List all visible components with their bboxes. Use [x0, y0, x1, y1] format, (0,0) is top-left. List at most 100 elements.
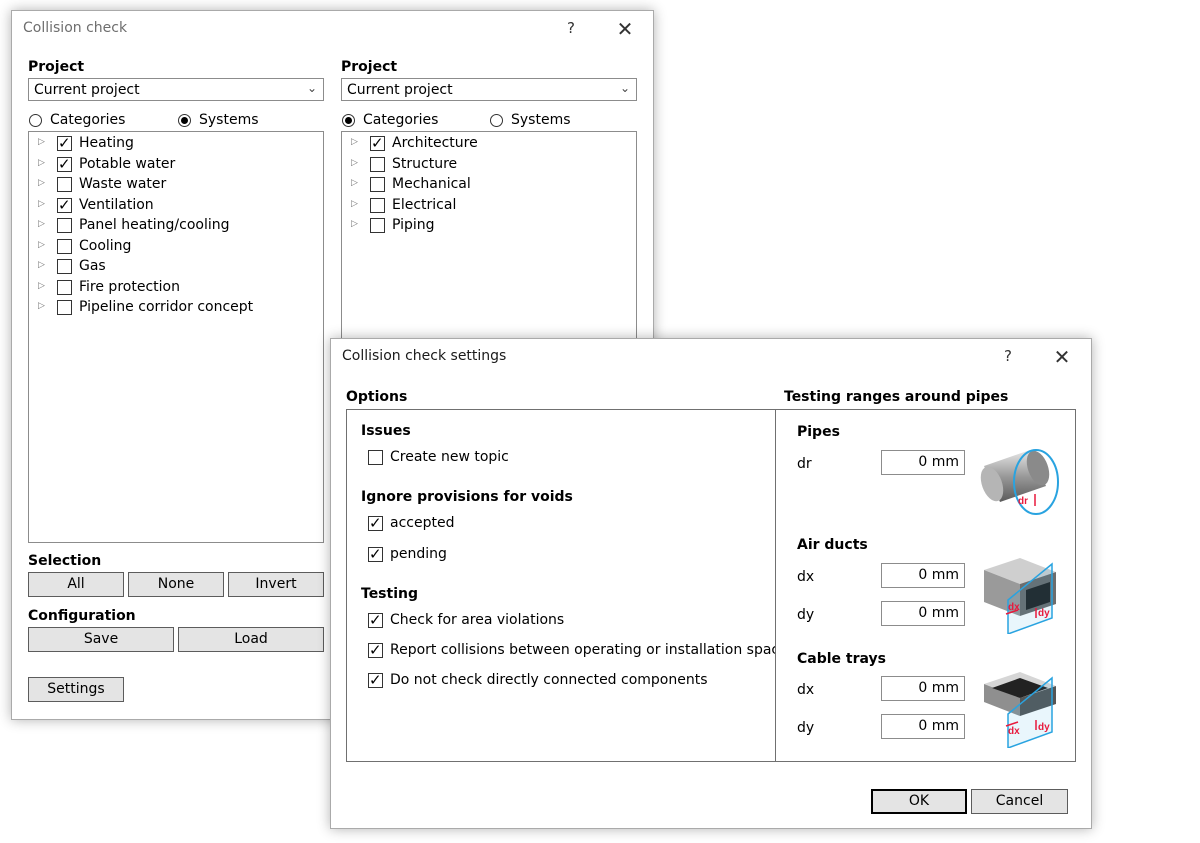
help-button[interactable]: ? — [559, 19, 583, 37]
air-ducts-heading: Air ducts — [797, 537, 868, 553]
tree-item-checkbox[interactable] — [57, 300, 72, 315]
expand-arrow-icon[interactable]: ▷ — [38, 158, 45, 168]
tree-item[interactable]: ▷ Heating — [29, 134, 323, 154]
tree-item[interactable]: ▷ Waste water — [29, 175, 323, 195]
expand-arrow-icon[interactable]: ▷ — [38, 281, 45, 291]
left-radio-categories[interactable] — [29, 114, 42, 127]
left-tree-list[interactable]: ▷ Heating ▷ Potable water ▷ Waste water ▷ Venti… — [28, 131, 324, 543]
tree-item[interactable]: ▷ Potable water — [29, 155, 323, 175]
tree-item-checkbox[interactable] — [370, 197, 385, 213]
area-violations-checkbox[interactable] — [368, 611, 383, 629]
expand-arrow-icon[interactable]: ▷ — [351, 219, 358, 229]
accepted-checkbox[interactable] — [368, 514, 383, 532]
tree-item-checkbox[interactable] — [57, 196, 72, 214]
expand-arrow-icon[interactable]: ▷ — [351, 137, 358, 147]
tree-item[interactable]: ▷ Gas — [29, 257, 323, 277]
cable-trays-dy-input[interactable]: 0 mm — [881, 714, 965, 739]
air-ducts-dy-input[interactable]: 0 mm — [881, 601, 965, 626]
ok-button[interactable]: OK — [871, 789, 967, 814]
tree-item-label: Heating — [79, 135, 134, 151]
left-project-select[interactable]: Current project ⌄ — [28, 78, 324, 101]
right-project-label: Project — [341, 59, 398, 75]
configuration-label: Configuration — [28, 608, 136, 624]
chevron-down-icon: ⌄ — [306, 81, 317, 95]
pending-checkbox[interactable] — [368, 545, 383, 563]
cable-tray-dy-icon-label: dy — [1038, 722, 1050, 733]
collision-check-settings-dialog: Collision check settings ? ✕ Options Tes… — [330, 338, 1092, 829]
report-collisions-checkbox[interactable] — [368, 641, 383, 659]
tree-item[interactable]: ▷ Pipeline corridor concept — [29, 298, 323, 318]
close-icon[interactable]: ✕ — [613, 19, 637, 39]
expand-arrow-icon[interactable]: ▷ — [38, 178, 45, 188]
expand-arrow-icon[interactable]: ▷ — [351, 199, 358, 209]
testing-heading: Testing — [361, 586, 418, 602]
right-tree-list[interactable]: ▷ Architecture ▷ Structure ▷ Mechanical ▷ Elect… — [341, 131, 637, 371]
tree-item[interactable]: ▷ Piping — [342, 216, 636, 236]
create-new-topic-label: Create new topic — [390, 449, 509, 465]
tree-item[interactable]: ▷ Panel heating/cooling — [29, 216, 323, 236]
load-button[interactable]: Load — [178, 627, 324, 652]
tree-item-checkbox[interactable] — [370, 177, 385, 192]
select-none-button[interactable]: None — [128, 572, 224, 597]
right-radio-systems[interactable] — [490, 114, 503, 127]
tree-item-label: Mechanical — [392, 176, 471, 192]
air-duct-range-icon: dx dy — [984, 558, 1056, 634]
testing-ranges-heading: Testing ranges around pipes — [784, 389, 1009, 405]
expand-arrow-icon[interactable]: ▷ — [38, 199, 45, 209]
tree-item[interactable]: ▷ Fire protection — [29, 278, 323, 298]
settings-close-icon[interactable]: ✕ — [1050, 347, 1074, 367]
air-ducts-dx-input[interactable]: 0 mm — [881, 563, 965, 588]
tree-item-label: Architecture — [392, 135, 478, 151]
tree-item-checkbox[interactable] — [57, 177, 72, 192]
tree-item-checkbox[interactable] — [370, 218, 385, 233]
cable-tray-dx-icon-label: dx — [1008, 726, 1020, 737]
tree-item[interactable]: ▷ Mechanical — [342, 175, 636, 195]
settings-button[interactable]: Settings — [28, 677, 124, 702]
tree-item-checkbox[interactable] — [57, 238, 72, 254]
report-collisions-label: Report collisions between operating or i… — [390, 642, 796, 658]
cable-trays-dx-input[interactable]: 0 mm — [881, 676, 965, 701]
tree-item-checkbox[interactable] — [57, 155, 72, 173]
connected-components-checkbox[interactable] — [368, 671, 383, 689]
tree-item-label: Gas — [79, 258, 106, 274]
settings-help-button[interactable]: ? — [996, 347, 1020, 365]
selection-label: Selection — [28, 553, 102, 569]
expand-arrow-icon[interactable]: ▷ — [351, 158, 358, 168]
tree-item-checkbox[interactable] — [370, 156, 385, 172]
tree-item-label: Fire protection — [79, 278, 180, 295]
pipe-range-icon: dr — [980, 449, 1059, 515]
air-ducts-dx-label: dx — [797, 569, 815, 585]
right-project-select[interactable]: Current project ⌄ — [341, 78, 637, 101]
cable-trays-dx-label: dx — [797, 682, 815, 698]
expand-arrow-icon[interactable]: ▷ — [38, 219, 45, 229]
expand-arrow-icon[interactable]: ▷ — [38, 260, 45, 270]
tree-item[interactable]: ▷ Ventilation — [29, 196, 323, 216]
right-radio-categories[interactable] — [342, 114, 355, 127]
tree-item[interactable]: ▷ Structure — [342, 155, 636, 175]
pipes-dr-input[interactable]: 0 mm — [881, 450, 965, 475]
air-ducts-dy-label: dy — [797, 607, 815, 623]
tree-item-checkbox[interactable] — [57, 218, 72, 233]
expand-arrow-icon[interactable]: ▷ — [351, 178, 358, 188]
tree-item-checkbox[interactable] — [57, 134, 72, 152]
expand-arrow-icon[interactable]: ▷ — [38, 137, 45, 147]
tree-item[interactable]: ▷ Electrical — [342, 196, 636, 216]
select-all-button[interactable]: All — [28, 572, 124, 597]
left-radio-systems[interactable] — [178, 114, 191, 127]
save-button[interactable]: Save — [28, 627, 174, 652]
cable-trays-heading: Cable trays — [797, 651, 886, 667]
connected-components-label: Do not check directly connected componen… — [390, 672, 708, 688]
expand-arrow-icon[interactable]: ▷ — [38, 240, 45, 250]
area-violations-label: Check for area violations — [390, 612, 565, 628]
create-new-topic-checkbox[interactable] — [368, 450, 383, 465]
testing-ranges-panel: Pipes dr 0 mm dr Air ducts dx 0 mm dy 0 … — [775, 409, 1076, 762]
tree-item[interactable]: ▷ Architecture — [342, 134, 636, 154]
invert-selection-button[interactable]: Invert — [228, 572, 324, 597]
expand-arrow-icon[interactable]: ▷ — [38, 301, 45, 311]
tree-item-checkbox[interactable] — [57, 279, 72, 295]
ignore-provisions-heading: Ignore provisions for voids — [361, 489, 573, 505]
tree-item-checkbox[interactable] — [370, 134, 385, 152]
tree-item-checkbox[interactable] — [57, 259, 72, 274]
tree-item[interactable]: ▷ Cooling — [29, 237, 323, 257]
cancel-button[interactable]: Cancel — [971, 789, 1068, 814]
